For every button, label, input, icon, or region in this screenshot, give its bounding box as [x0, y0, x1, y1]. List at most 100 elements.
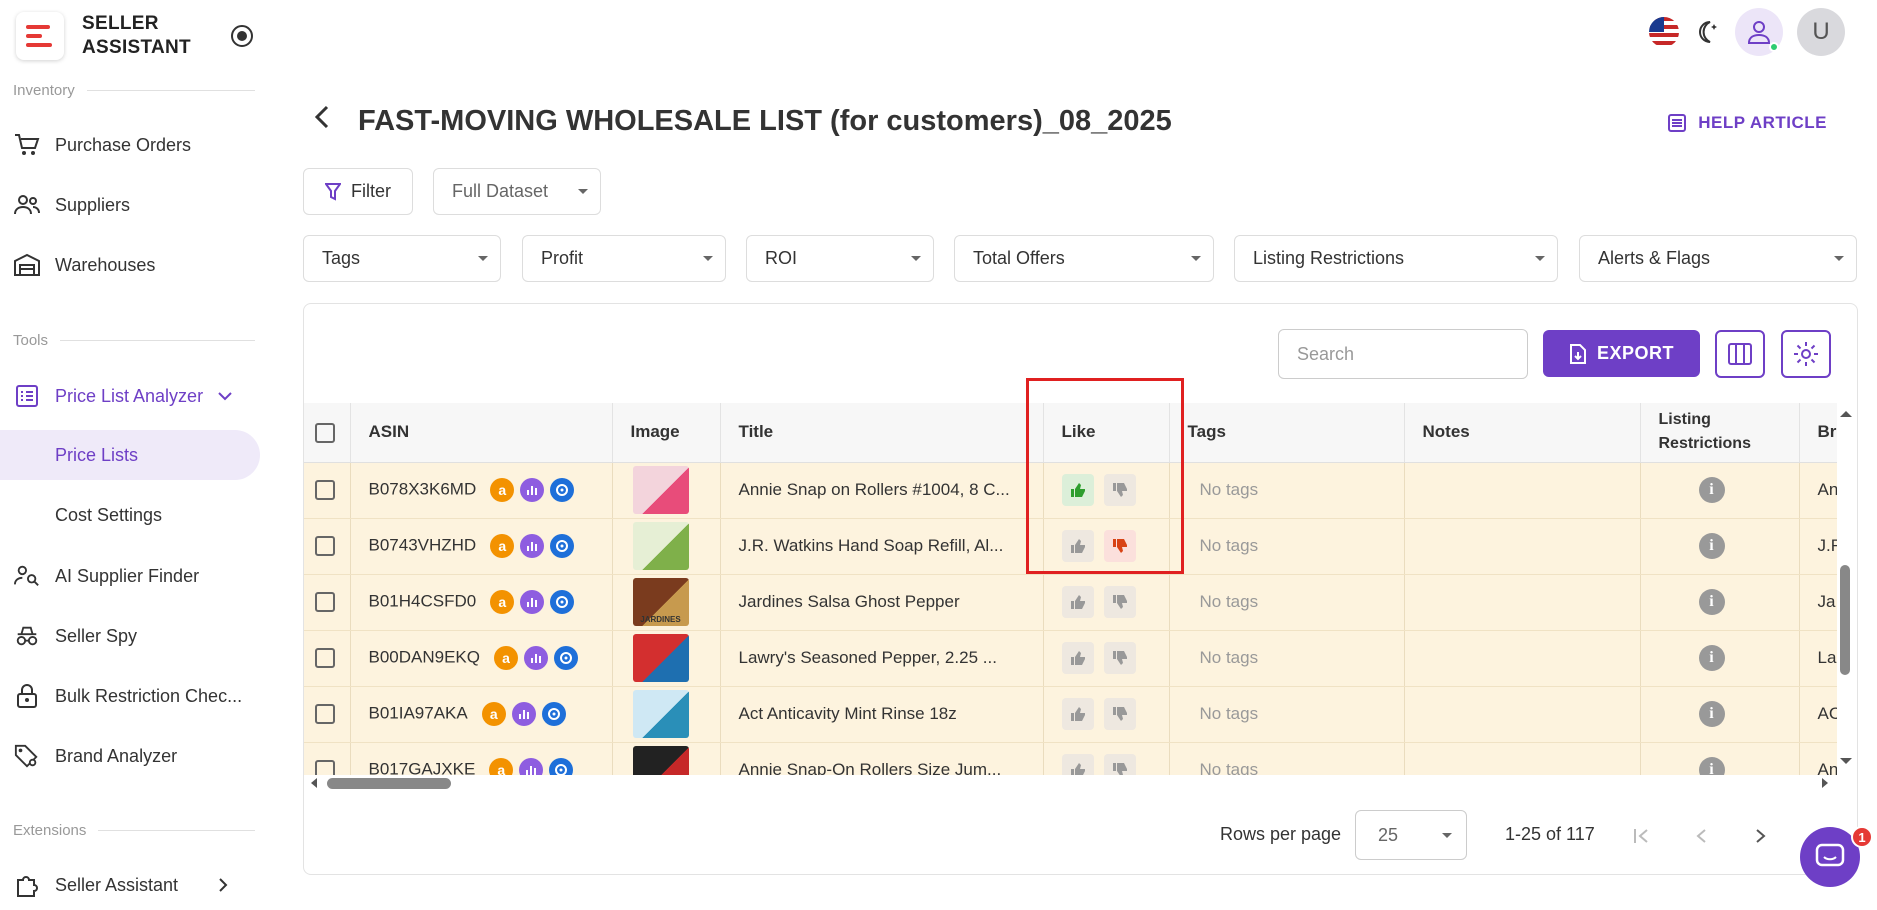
brand[interactable]: SELLER ASSISTANT — [16, 12, 191, 60]
next-page-icon[interactable] — [1748, 823, 1774, 849]
product-title[interactable]: Lawry's Seasoned Pepper, 2.25 ... — [739, 648, 997, 667]
help-article-link[interactable]: HELP ARTICLE — [1668, 113, 1827, 133]
notes-cell[interactable] — [1404, 518, 1641, 575]
vertical-scroll-thumb[interactable] — [1840, 565, 1850, 675]
notes-cell[interactable] — [1404, 742, 1641, 775]
notes-cell[interactable] — [1404, 462, 1641, 519]
product-image[interactable] — [632, 746, 689, 775]
table-row[interactable]: B01IA97AKA a Act Anticavity Mint Rinse 18z… — [304, 686, 1837, 743]
tags-cell[interactable]: No tags — [1169, 742, 1405, 775]
product-image[interactable] — [632, 522, 689, 570]
product-image[interactable] — [632, 466, 689, 514]
amazon-icon[interactable]: a — [481, 702, 506, 726]
tags-dropdown[interactable]: Tags — [303, 235, 501, 282]
asin-value[interactable]: B0743VHZHD — [369, 535, 477, 554]
stats-chart-icon[interactable] — [524, 646, 548, 670]
total-offers-dropdown[interactable]: Total Offers — [954, 235, 1214, 282]
back-arrow-icon[interactable] — [313, 104, 343, 138]
us-flag-icon[interactable] — [1649, 17, 1679, 47]
profit-dropdown[interactable]: Profit — [522, 235, 726, 282]
table-row[interactable]: B017GAJXKE a Annie Snap-On Rollers Size Ju… — [304, 742, 1837, 775]
keepa-icon[interactable] — [550, 478, 575, 502]
stats-chart-icon[interactable] — [519, 758, 544, 775]
columns-button[interactable] — [1715, 330, 1765, 378]
sidebar-item-brand-analyzer[interactable]: Brand Analyzer — [0, 731, 260, 781]
tags-cell[interactable]: No tags — [1169, 630, 1405, 687]
asin-value[interactable]: B078X3K6MD — [369, 479, 477, 498]
roi-dropdown[interactable]: ROI — [746, 235, 934, 282]
column-header-asin[interactable]: ASIN — [350, 403, 613, 463]
select-all-checkbox[interactable] — [315, 422, 335, 443]
sidebar-item-price-lists[interactable]: Price Lists — [0, 430, 260, 480]
amazon-icon[interactable]: a — [490, 590, 515, 614]
column-header-notes[interactable]: Notes — [1404, 403, 1641, 463]
product-title[interactable]: Annie Snap-On Rollers Size Jum... — [739, 760, 1002, 775]
tags-cell[interactable]: No tags — [1169, 462, 1405, 519]
amazon-icon[interactable]: a — [490, 478, 515, 502]
alerts-flags-dropdown[interactable]: Alerts & Flags — [1579, 235, 1857, 282]
thumbs-up-icon[interactable] — [1061, 754, 1094, 775]
previous-page-icon[interactable] — [1688, 823, 1714, 849]
sidebar-item-purchase-orders[interactable]: Purchase Orders — [0, 120, 260, 170]
row-checkbox[interactable] — [315, 648, 335, 669]
scroll-right-arrow-icon[interactable] — [1822, 778, 1828, 788]
thumbs-up-icon[interactable] — [1061, 698, 1094, 730]
info-icon[interactable]: i — [1698, 701, 1725, 727]
dataset-select[interactable]: Full Dataset — [433, 168, 601, 215]
rows-per-page-select[interactable]: 25 — [1355, 810, 1467, 860]
thumbs-up-icon[interactable] — [1061, 642, 1094, 674]
row-checkbox[interactable] — [315, 480, 335, 501]
sidebar-item-seller-assistant[interactable]: Seller Assistant — [0, 860, 260, 910]
first-page-icon[interactable] — [1629, 823, 1655, 849]
amazon-icon[interactable]: a — [494, 646, 518, 670]
notes-cell[interactable] — [1404, 686, 1641, 743]
keepa-icon[interactable] — [541, 702, 566, 726]
table-row[interactable]: B01H4CSFD0 a JARDINES Jardines Salsa Ghost … — [304, 574, 1837, 631]
sidebar-item-ai-supplier-finder[interactable]: AI Supplier Finder — [0, 551, 260, 601]
sidebar-item-bulk-restriction-checker[interactable]: Bulk Restriction Chec... — [0, 671, 260, 721]
product-image[interactable] — [632, 690, 689, 738]
thumbs-down-icon[interactable] — [1103, 698, 1136, 730]
stats-chart-icon[interactable] — [511, 702, 536, 726]
row-checkbox[interactable] — [315, 704, 335, 725]
keepa-icon[interactable] — [549, 758, 574, 775]
asin-value[interactable]: B01IA97AKA — [369, 703, 468, 722]
column-header-image[interactable]: Image — [612, 403, 721, 463]
thumbs-down-icon[interactable] — [1103, 586, 1136, 618]
product-image[interactable] — [632, 634, 689, 682]
sidebar-item-cost-settings[interactable]: Cost Settings — [0, 490, 260, 540]
sidebar-item-suppliers[interactable]: Suppliers — [0, 180, 260, 230]
stats-chart-icon[interactable] — [520, 534, 545, 558]
tags-cell[interactable]: No tags — [1169, 518, 1405, 575]
column-header-title[interactable]: Title — [720, 403, 1044, 463]
thumbs-up-icon[interactable] — [1061, 586, 1094, 618]
info-icon[interactable]: i — [1698, 477, 1725, 503]
scroll-left-arrow-icon[interactable] — [311, 778, 317, 788]
stats-chart-icon[interactable] — [520, 590, 545, 614]
horizontal-scrollbar[interactable] — [304, 777, 1834, 791]
row-checkbox[interactable] — [315, 592, 335, 613]
scroll-down-arrow-icon[interactable] — [1840, 758, 1852, 764]
sidebar-item-warehouses[interactable]: Warehouses — [0, 240, 260, 290]
info-icon[interactable]: i — [1698, 757, 1725, 775]
keepa-icon[interactable] — [554, 646, 578, 670]
export-button[interactable]: EXPORT — [1543, 330, 1700, 377]
listing-restrictions-dropdown[interactable]: Listing Restrictions — [1234, 235, 1558, 282]
product-image[interactable]: JARDINES — [632, 578, 689, 626]
notes-cell[interactable] — [1404, 574, 1641, 631]
product-title[interactable]: Jardines Salsa Ghost Pepper — [739, 592, 960, 611]
search-input[interactable] — [1278, 329, 1528, 379]
row-checkbox[interactable] — [315, 536, 335, 557]
sidebar-item-price-list-analyzer[interactable]: Price List Analyzer — [0, 371, 260, 421]
sidebar-pin-icon[interactable] — [231, 25, 253, 47]
avatar[interactable]: U — [1797, 8, 1845, 56]
info-icon[interactable]: i — [1698, 589, 1725, 615]
amazon-icon[interactable]: a — [490, 534, 515, 558]
asin-value[interactable]: B017GAJXKE — [369, 759, 476, 775]
asin-value[interactable]: B01H4CSFD0 — [369, 591, 477, 610]
account-button[interactable] — [1735, 8, 1783, 56]
moon-icon[interactable] — [1693, 18, 1721, 46]
product-title[interactable]: J.R. Watkins Hand Soap Refill, Al... — [739, 536, 1004, 555]
column-header-tags[interactable]: Tags — [1169, 403, 1405, 463]
thumbs-down-icon[interactable] — [1103, 642, 1136, 674]
